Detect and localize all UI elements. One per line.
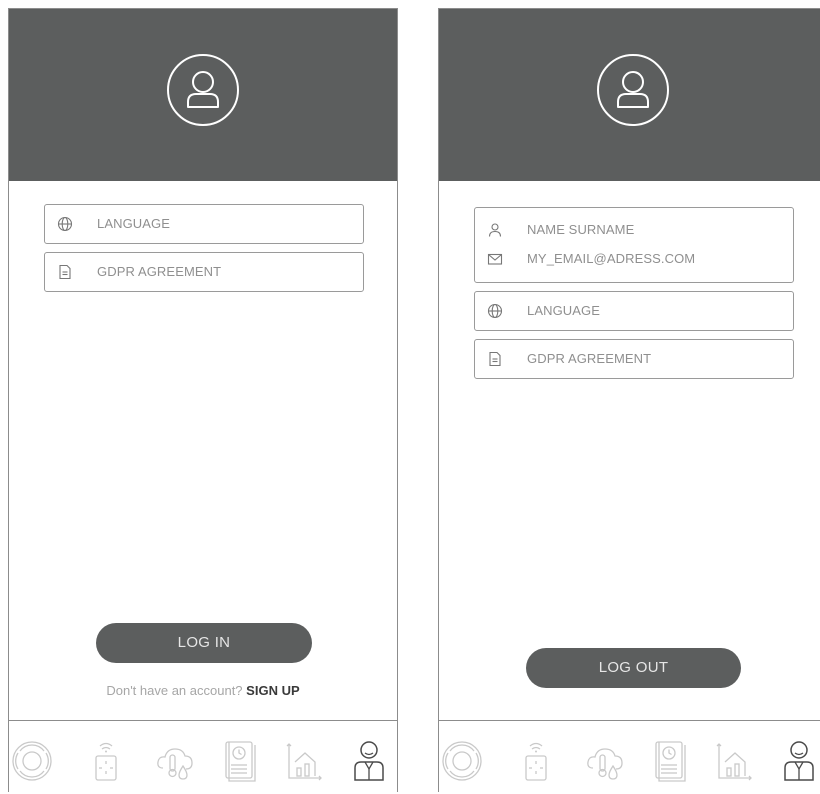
- avatar-icon: [596, 53, 670, 127]
- profile-header: [439, 9, 820, 181]
- control-dial-icon[interactable]: [10, 738, 54, 784]
- weather-thermometer-icon[interactable]: [583, 738, 627, 784]
- chart-house-icon[interactable]: [283, 738, 327, 784]
- avatar-icon: [166, 53, 240, 127]
- language-field[interactable]: LANGUAGE: [474, 291, 794, 331]
- report-clock-icon[interactable]: [648, 738, 692, 784]
- document-icon: [57, 264, 73, 280]
- language-label: LANGUAGE: [527, 303, 601, 318]
- gdpr-agreement-label: GDPR AGREEMENT: [527, 351, 652, 366]
- weather-thermometer-icon[interactable]: [153, 738, 197, 784]
- document-icon: [487, 351, 503, 367]
- person-icon: [487, 222, 503, 238]
- language-field[interactable]: LANGUAGE: [44, 204, 364, 244]
- name-label: NAME SURNAME: [527, 222, 635, 237]
- profile-icon[interactable]: [347, 738, 391, 784]
- signup-prompt-text: Don't have an account?: [106, 683, 243, 698]
- profile-icon[interactable]: [777, 738, 820, 784]
- login-button[interactable]: LOG IN: [96, 623, 312, 663]
- mail-icon: [487, 251, 503, 267]
- globe-icon: [487, 303, 503, 319]
- remote-sensor-icon[interactable]: [84, 738, 128, 784]
- chart-house-icon[interactable]: [713, 738, 757, 784]
- gdpr-agreement-field[interactable]: GDPR AGREEMENT: [474, 339, 794, 379]
- report-clock-icon[interactable]: [218, 738, 262, 784]
- profile-screen-logged-in: NAME SURNAME MY_EMAIL@ADRESS.COM LANGUAG…: [438, 8, 820, 792]
- signup-link[interactable]: SIGN UP: [246, 683, 299, 698]
- gdpr-agreement-field[interactable]: GDPR AGREEMENT: [44, 252, 364, 292]
- language-label: LANGUAGE: [97, 216, 171, 231]
- email-label: MY_EMAIL@ADRESS.COM: [527, 251, 696, 266]
- profile-screen-logged-out: LANGUAGE GDPR AGREEMENT LOG IN Don't hav…: [8, 8, 398, 792]
- profile-header: [9, 9, 397, 181]
- gdpr-agreement-label: GDPR AGREEMENT: [97, 264, 222, 279]
- globe-icon: [57, 216, 73, 232]
- logout-button[interactable]: LOG OUT: [526, 648, 741, 688]
- bottom-tab-bar: [9, 720, 397, 794]
- remote-sensor-icon[interactable]: [514, 738, 558, 784]
- account-info-field[interactable]: NAME SURNAME MY_EMAIL@ADRESS.COM: [474, 207, 794, 283]
- bottom-tab-bar: [439, 720, 820, 794]
- control-dial-icon[interactable]: [440, 738, 484, 784]
- signup-prompt: Don't have an account? SIGN UP: [9, 683, 397, 698]
